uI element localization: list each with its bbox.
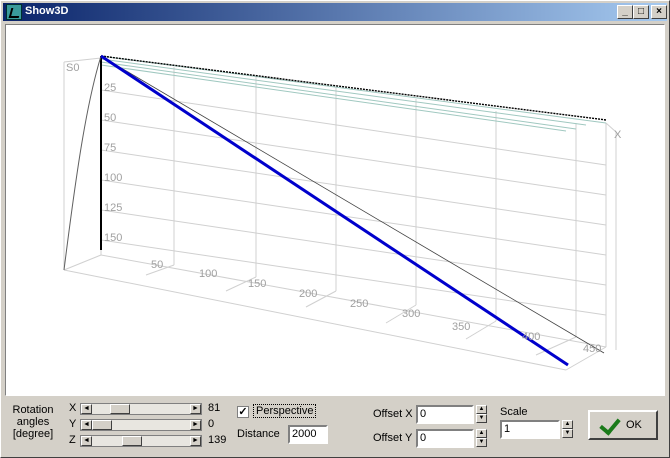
top-edge	[100, 55, 607, 121]
show3d-window: Show3D _ □ × S0 25 50 75 100 125 150 50 …	[0, 0, 670, 458]
rotation-y-value: 0	[208, 418, 215, 430]
slider-thumb[interactable]	[92, 420, 112, 430]
x-tick: 450	[583, 343, 601, 355]
spin-down-icon[interactable]: ▼	[476, 438, 487, 447]
y-tick: 100	[104, 172, 122, 184]
rotation-z-value: 139	[208, 434, 227, 446]
slider-right-arrow-icon[interactable]: ►	[190, 404, 201, 414]
offset-y-input[interactable]: 0	[416, 429, 474, 448]
spin-down-icon[interactable]: ▼	[476, 414, 487, 423]
minimize-button[interactable]: _	[617, 5, 633, 19]
spin-up-icon[interactable]: ▲	[476, 405, 487, 414]
x-tick: 300	[402, 308, 420, 320]
rotation-x-slider[interactable]: ◄ ►	[80, 403, 202, 415]
app-icon[interactable]	[6, 4, 22, 20]
slider-left-arrow-icon[interactable]: ◄	[81, 436, 92, 446]
rotation-label: Rotation angles [degree]	[12, 404, 54, 440]
scale-spinner[interactable]: ▲ ▼	[562, 420, 573, 438]
slider-left-arrow-icon[interactable]: ◄	[81, 420, 92, 430]
checkmark-icon	[599, 413, 621, 436]
y-tick: 125	[104, 202, 122, 214]
close-button[interactable]: ×	[651, 5, 667, 19]
ok-button[interactable]: OK	[588, 410, 658, 440]
offset-x-spinner[interactable]: ▲ ▼	[476, 405, 487, 423]
slider-x-label: X	[69, 402, 77, 414]
y-tick: 50	[104, 112, 116, 124]
rotation-x-value: 81	[208, 402, 221, 414]
offset-x-input[interactable]: 0	[416, 405, 474, 424]
y-tick: 25	[104, 82, 116, 94]
x-axis-letter: X	[614, 129, 622, 141]
top-surface-lines	[100, 55, 607, 132]
offset-y-spinner[interactable]: ▲ ▼	[476, 429, 487, 447]
rotation-z-slider[interactable]: ◄ ►	[80, 435, 202, 447]
x-tick: 400	[522, 331, 540, 343]
ok-label: OK	[626, 419, 642, 431]
3d-plot-area[interactable]: S0 25 50 75 100 125 150 50 100 150 200 2…	[5, 24, 665, 396]
scale-label: Scale	[500, 406, 528, 418]
slider-z-label: Z	[69, 434, 76, 446]
slider-thumb[interactable]	[122, 436, 143, 446]
x-tick: 250	[350, 298, 368, 310]
x-tick: 100	[199, 268, 217, 280]
spin-up-icon[interactable]: ▲	[476, 429, 487, 438]
y-tick: 150	[104, 232, 122, 244]
left-curve	[63, 55, 102, 271]
data-series-line	[100, 54, 569, 367]
rotation-y-slider[interactable]: ◄ ►	[80, 419, 202, 431]
spin-down-icon[interactable]: ▼	[562, 429, 573, 438]
slider-right-arrow-icon[interactable]: ►	[190, 436, 201, 446]
spin-up-icon[interactable]: ▲	[562, 420, 573, 429]
tick-labels: S0 25 50 75 100 125 150 50 100 150 200 2…	[66, 62, 622, 355]
maximize-button[interactable]: □	[633, 5, 649, 19]
x-tick: 150	[248, 278, 266, 290]
window-title: Show3D	[25, 5, 69, 17]
x-tick: 50	[151, 259, 163, 271]
perspective-checkbox[interactable]: ✓	[237, 406, 249, 418]
y-tick: 75	[104, 142, 116, 154]
perspective-label[interactable]: Perspective	[253, 404, 317, 418]
slider-left-arrow-icon[interactable]: ◄	[81, 404, 92, 414]
slider-y-label: Y	[69, 418, 77, 430]
title-bar[interactable]: Show3D _ □ ×	[3, 3, 667, 21]
offset-x-label: Offset X	[373, 408, 413, 420]
distance-label: Distance	[237, 428, 280, 440]
control-panel: Rotation angles [degree] X ◄ ► 81 Y ◄ ► …	[3, 398, 667, 455]
3d-plot-svg: S0 25 50 75 100 125 150 50 100 150 200 2…	[63, 54, 622, 371]
x-tick: 350	[452, 321, 470, 333]
distance-input[interactable]: 2000	[288, 425, 328, 444]
offset-y-label: Offset Y	[373, 432, 413, 444]
slider-right-arrow-icon[interactable]: ►	[190, 420, 201, 430]
x-tick: 200	[299, 288, 317, 300]
y-tick-top: S0	[66, 62, 79, 74]
slider-thumb[interactable]	[109, 404, 130, 414]
scale-input[interactable]: 1	[500, 420, 560, 439]
